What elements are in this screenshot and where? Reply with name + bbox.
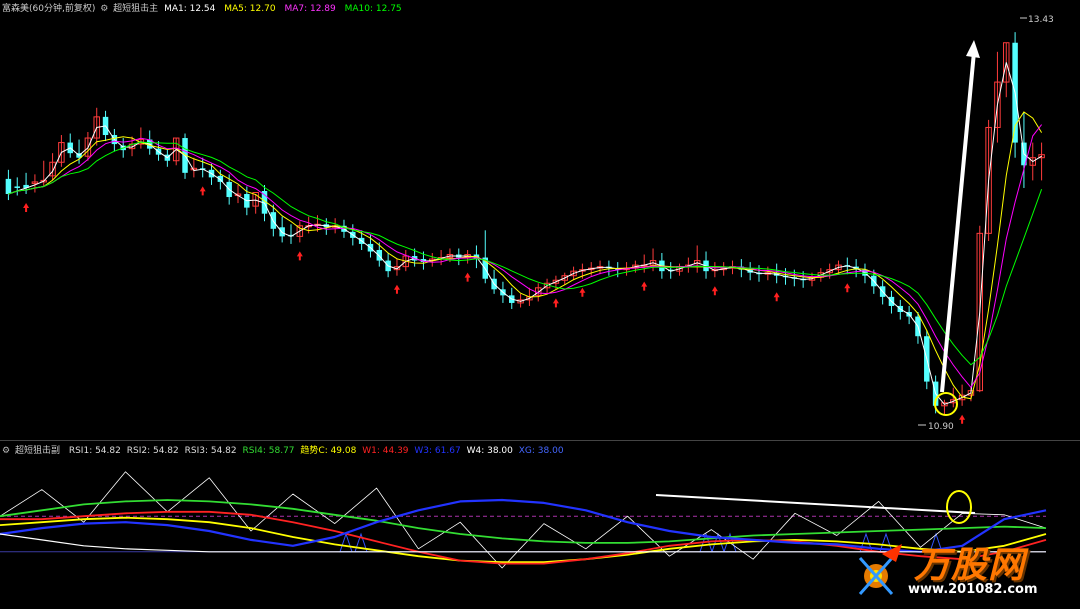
sub-chart-panel[interactable]: ⚙ 超短狙击副 RSI1: 54.82 RSI2: 54.82 RSI3: 54… [0, 440, 1080, 609]
ma10-line [8, 141, 1043, 366]
xg-value: XG: 38.00 [518, 446, 564, 456]
divergence-line [655, 494, 976, 514]
ma10-value: MA10: 12.75 [344, 4, 402, 14]
candles-layer [5, 32, 1045, 415]
gear-icon[interactable]: ⚙ [2, 446, 10, 456]
buy-markers [23, 186, 966, 424]
rsi3-value: RSI3: 54.82 [184, 446, 237, 456]
rsi1-value: RSI1: 54.82 [68, 446, 121, 456]
buy-arrow-marker [199, 186, 206, 196]
candle-down [376, 249, 383, 261]
buy-arrow-marker [23, 203, 30, 213]
rsi4-value: RSI4: 58.77 [242, 446, 295, 456]
high-price-label: 13.43 [1028, 15, 1054, 25]
sub-indicator-name[interactable]: 超短狙击副 [15, 446, 60, 456]
signal-circle [946, 490, 972, 524]
main-header: 富森美(60分钟,前复权) ⚙ 超短狙击主 MA1: 12.54 MA5: 12… [2, 1, 402, 14]
main-chart-panel[interactable]: 13.43 10.90 富森美(60分钟,前复权) ⚙ 超短狙击主 MA1: 1… [0, 0, 1080, 440]
w1-value: W1: 44.39 [362, 446, 409, 456]
ma7-value: MA7: 12.89 [284, 4, 336, 14]
main-indicator-name[interactable]: 超短狙击主 [113, 4, 158, 14]
buy-arrow-marker [296, 251, 303, 261]
trend-arrow [940, 51, 976, 393]
ma5-value: MA5: 12.70 [224, 4, 276, 14]
candle-down [14, 186, 20, 188]
sub-header: ⚙ 超短狙击副 RSI1: 54.82 RSI2: 54.82 RSI3: 54… [2, 443, 564, 456]
moving-average-lines [8, 62, 1043, 405]
buy-arrow-marker [641, 281, 648, 291]
buy-arrow-marker [464, 272, 471, 282]
buy-arrow-marker [844, 283, 851, 293]
gear-icon[interactable]: ⚙ [100, 4, 108, 14]
trend-value: 趋势C: 49.08 [300, 446, 357, 456]
low-price-label: 10.90 [928, 422, 954, 432]
watermark: 万股网 www.201082.com [852, 536, 1062, 604]
w4-value: W4: 38.00 [466, 446, 513, 456]
signal-triangle [339, 532, 353, 553]
buy-arrow-marker [393, 284, 400, 294]
ma1-line [8, 62, 1042, 405]
w3-value: W3: 61.67 [414, 446, 461, 456]
buy-arrow-marker [959, 414, 966, 424]
watermark-title: 万股网 [914, 544, 1026, 586]
candle-down [5, 178, 12, 195]
buy-arrow-marker [552, 298, 559, 308]
buy-arrow-marker [711, 286, 718, 296]
buy-arrow-marker [773, 292, 780, 302]
candlestick-chart[interactable]: 13.43 10.90 [0, 0, 1080, 440]
stock-name[interactable]: 富森美(60分钟,前复权) [2, 4, 95, 14]
ma1-value: MA1: 12.54 [164, 4, 216, 14]
rsi2-value: RSI2: 54.82 [126, 446, 179, 456]
trend-arrow-head [966, 40, 980, 58]
buy-arrow-marker [579, 287, 586, 297]
ma7-line [8, 124, 1042, 389]
watermark-url: www.201082.com [908, 582, 1038, 597]
